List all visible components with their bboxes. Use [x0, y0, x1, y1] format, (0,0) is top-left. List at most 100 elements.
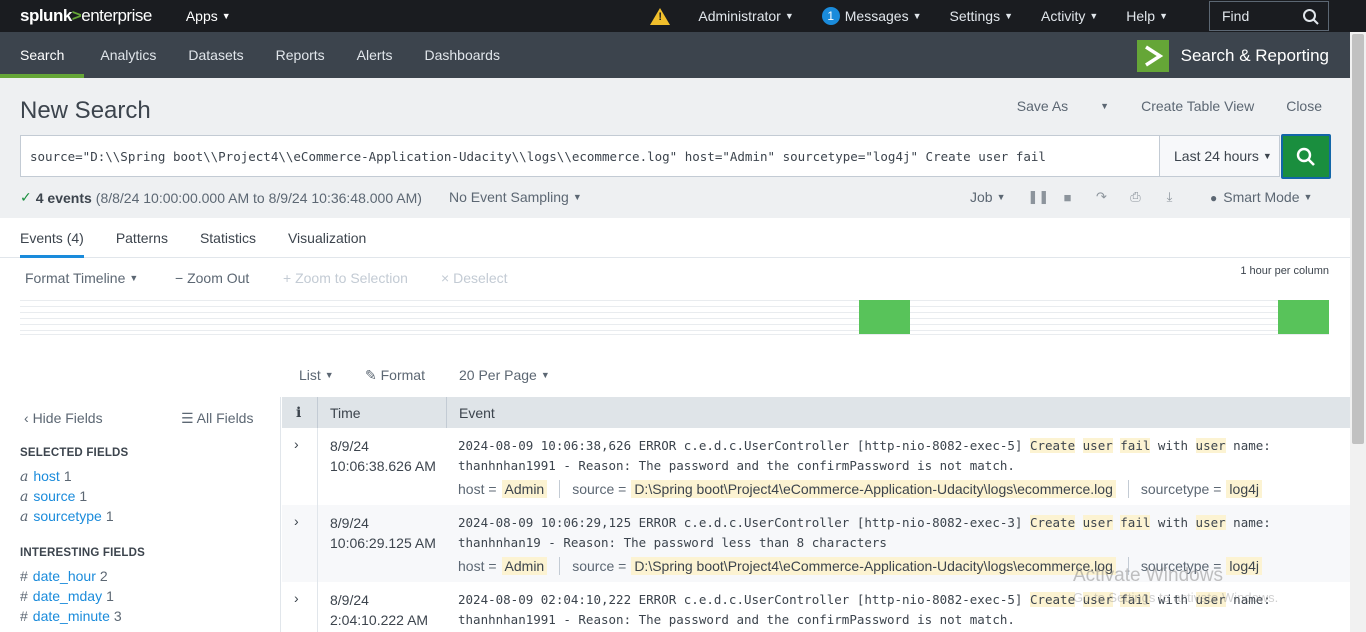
- chevron-right-icon[interactable]: ›: [294, 513, 299, 529]
- save-as-button[interactable]: Save As ▼: [985, 98, 1109, 114]
- host-value[interactable]: Admin: [501, 480, 548, 498]
- time-range-picker[interactable]: Last 24 hours ▼: [1160, 135, 1280, 177]
- hide-fields-button[interactable]: ‹ Hide Fields: [24, 410, 103, 426]
- event-text[interactable]: 2024-08-09 10:06:38,626 ERROR c.e.d.c.Us…: [458, 436, 1338, 476]
- tab-visualization[interactable]: Visualization: [288, 218, 366, 258]
- print-icon[interactable]: ⎙: [1130, 189, 1142, 205]
- field-host[interactable]: a host 1: [20, 468, 72, 485]
- scrollbar-thumb[interactable]: [1352, 34, 1364, 444]
- caret-down-icon: ▼: [324, 370, 334, 380]
- bulb-icon: ●: [1210, 191, 1218, 205]
- per-page-dropdown[interactable]: 20 Per Page ▼: [459, 367, 550, 383]
- timeline-bar[interactable]: [859, 300, 910, 334]
- splunk-logo[interactable]: splunk>enterprise: [20, 6, 152, 26]
- activity-menu[interactable]: Activity ▼: [1041, 8, 1098, 24]
- zoom-to-selection-button[interactable]: + Zoom to Selection: [283, 270, 408, 286]
- timeline-bar[interactable]: [1278, 300, 1329, 334]
- tab-search[interactable]: Search: [0, 32, 85, 78]
- stop-icon[interactable]: ■: [1062, 190, 1074, 205]
- job-status: ✓ 4 events (8/8/24 10:00:00.000 AM to 8/…: [20, 189, 422, 206]
- format-timeline-button[interactable]: Format Timeline ▼: [25, 270, 138, 286]
- field-date-minute[interactable]: # date_minute 3: [20, 608, 122, 624]
- job-menu[interactable]: Job ▼: [970, 189, 1006, 205]
- caret-down-icon: ▼: [996, 192, 1006, 202]
- settings-menu[interactable]: Settings ▼: [950, 8, 1014, 24]
- tab-reports[interactable]: Reports: [260, 32, 341, 78]
- event-sampling-dropdown[interactable]: No Event Sampling ▼: [449, 189, 582, 205]
- event-fields: host = Admin source = D:\Spring boot\Proje…: [458, 480, 1263, 498]
- format-button[interactable]: ✎ Format: [365, 367, 425, 384]
- plus-icon: +: [283, 270, 296, 286]
- caret-down-icon: ▼: [912, 11, 922, 21]
- search-icon: [1296, 147, 1315, 166]
- help-menu[interactable]: Help ▼: [1126, 8, 1168, 24]
- tab-dashboards[interactable]: Dashboards: [408, 32, 516, 78]
- caret-down-icon: ▼: [1004, 11, 1014, 21]
- event-time: 8/9/24 2:04:10.222 AM: [330, 592, 429, 628]
- source-value[interactable]: D:\Spring boot\Project4\eCommerce-Applic…: [631, 480, 1116, 498]
- field-source[interactable]: a source 1: [20, 488, 87, 505]
- tab-datasets[interactable]: Datasets: [172, 32, 259, 78]
- field-sourcetype[interactable]: a sourcetype 1: [20, 508, 114, 525]
- app-nav: Search Analytics Datasets Reports Alerts…: [0, 32, 1350, 78]
- caret-down-icon: ▼: [1303, 192, 1313, 202]
- tab-analytics[interactable]: Analytics: [84, 32, 172, 78]
- top-bar: splunk>enterprise Apps▼ Administrator▼ 1…: [0, 0, 1366, 32]
- pause-icon[interactable]: ❚❚: [1028, 189, 1050, 205]
- activation-watermark: Activate Windows: [1073, 565, 1223, 586]
- deselect-button[interactable]: × Deselect: [441, 270, 508, 286]
- activation-watermark-hint: Go to Settings to activate Windows.: [1073, 590, 1279, 605]
- tab-events[interactable]: Events (4): [20, 218, 84, 258]
- event-time: 8/9/24 10:06:38.626 AM: [330, 438, 436, 474]
- job-controls: Job ▼ ❚❚ ■ ↷ ⎙ ⤓: [970, 189, 1176, 205]
- sourcetype-value[interactable]: log4j: [1226, 480, 1263, 498]
- timeline-chart[interactable]: [20, 300, 1329, 335]
- search-header: New Search Save As ▼ Create Table View Cl…: [0, 78, 1350, 218]
- all-fields-button[interactable]: ☰ All Fields: [181, 410, 253, 427]
- time-column-header[interactable]: Time: [330, 405, 361, 421]
- field-date-mday[interactable]: # date_mday 1: [20, 588, 114, 604]
- caret-down-icon: ▼: [1100, 101, 1110, 111]
- apps-menu[interactable]: Apps ▼: [186, 8, 231, 24]
- host-value[interactable]: Admin: [501, 557, 548, 575]
- messages-badge: 1: [821, 7, 840, 25]
- interesting-fields-heading: INTERESTING FIELDS: [20, 547, 145, 559]
- sourcetype-value[interactable]: log4j: [1226, 557, 1263, 575]
- caret-down-icon: ▼: [572, 192, 582, 202]
- results-tabs: Events (4) Patterns Statistics Visualiza…: [0, 218, 1350, 258]
- close-icon: ×: [441, 270, 454, 286]
- tab-statistics[interactable]: Statistics: [200, 218, 256, 258]
- export-icon[interactable]: ⤓: [1164, 189, 1176, 205]
- event-text[interactable]: 2024-08-09 10:06:29,125 ERROR c.e.d.c.Us…: [458, 513, 1338, 553]
- fields-sidebar: ‹ Hide Fields ☰ All Fields SELECTED FIEL…: [0, 397, 281, 632]
- share-icon[interactable]: ↷: [1096, 189, 1108, 205]
- search-button[interactable]: [1281, 134, 1331, 179]
- app-name[interactable]: Search & Reporting: [1136, 40, 1329, 72]
- pencil-icon: ✎: [365, 367, 381, 383]
- messages-menu[interactable]: 1 Messages ▼: [821, 7, 922, 25]
- zoom-out-button[interactable]: − Zoom Out: [175, 270, 249, 286]
- close-button[interactable]: Close: [1286, 98, 1322, 114]
- chevron-right-icon[interactable]: ›: [294, 436, 299, 452]
- search-mode-dropdown[interactable]: ● Smart Mode ▼: [1210, 189, 1312, 205]
- caret-down-icon: ▼: [1159, 11, 1168, 21]
- chevron-left-icon: ‹: [24, 410, 33, 426]
- tab-alerts[interactable]: Alerts: [341, 32, 409, 78]
- table-row: › 8/9/24 10:06:38.626 AM 2024-08-09 10:06…: [282, 428, 1350, 505]
- search-input[interactable]: source="D:\\Spring boot\\Project4\\eComm…: [20, 135, 1160, 177]
- create-table-view-button[interactable]: Create Table View: [1141, 98, 1254, 114]
- find-input[interactable]: Find: [1209, 1, 1329, 31]
- info-column-header[interactable]: i: [296, 405, 301, 421]
- header-actions: Save As ▼ Create Table View Close: [953, 98, 1322, 114]
- field-date-hour[interactable]: # date_hour 2: [20, 568, 108, 584]
- source-value[interactable]: D:\Spring boot\Project4\eCommerce-Applic…: [631, 557, 1116, 575]
- user-menu[interactable]: Administrator ▼: [698, 8, 793, 24]
- warning-icon[interactable]: [650, 7, 671, 25]
- caret-down-icon: ▼: [1089, 11, 1099, 21]
- chevron-right-icon[interactable]: ›: [294, 590, 299, 606]
- caret-down-icon: ▼: [221, 11, 231, 21]
- minus-icon: −: [175, 270, 188, 286]
- app-logo-icon: [1136, 40, 1169, 72]
- tab-patterns[interactable]: Patterns: [116, 218, 168, 258]
- list-view-dropdown[interactable]: List ▼: [299, 367, 334, 383]
